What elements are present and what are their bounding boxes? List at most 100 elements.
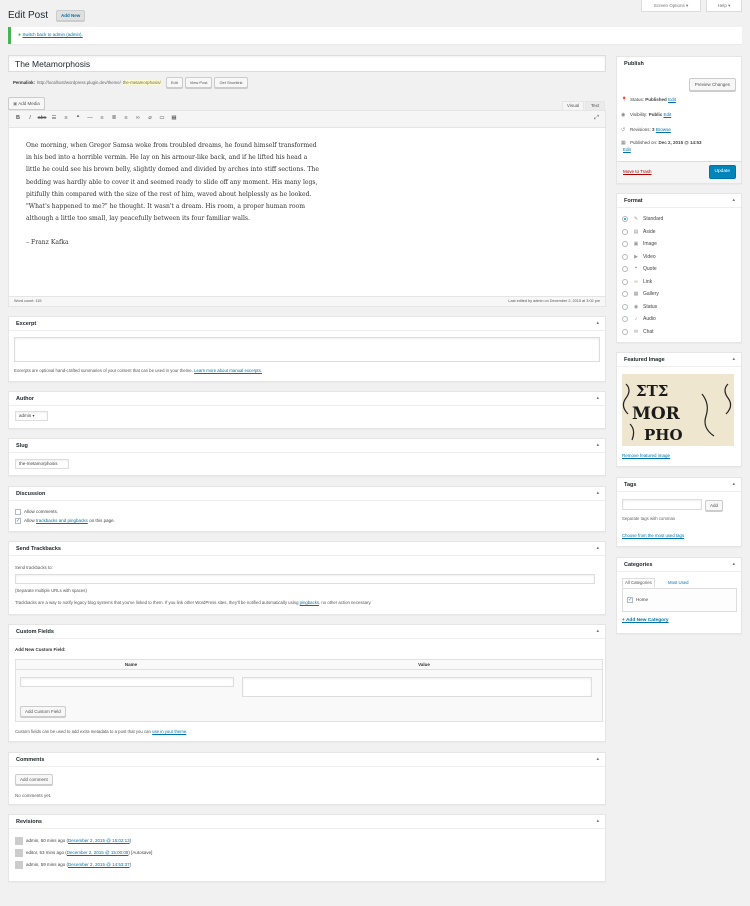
format-option-quote[interactable]: ❝Quote <box>622 263 663 276</box>
add-comment-button[interactable]: Add comment <box>15 774 53 785</box>
collapse-icon[interactable]: ▴ <box>596 395 599 402</box>
remove-featured-image-link[interactable]: Remove featured image <box>622 453 670 459</box>
add-new-button[interactable]: Add New <box>56 10 85 21</box>
format-radio[interactable] <box>622 316 628 322</box>
fullscreen-icon[interactable]: ⤢ <box>594 115 599 123</box>
publish-title[interactable]: Publish <box>617 57 741 71</box>
collapse-icon[interactable]: ▴ <box>596 818 599 825</box>
use-in-theme-link[interactable]: use in your theme <box>152 729 186 734</box>
format-radio[interactable] <box>622 241 628 247</box>
revisions-browse-link[interactable]: Browse <box>656 127 671 133</box>
format-option-link[interactable]: ∞Link <box>622 276 663 289</box>
add-custom-field-button[interactable]: Add Custom Field <box>20 706 66 717</box>
permalink-slug[interactable]: the-metamorphosis/ <box>123 80 161 86</box>
excerpt-textarea[interactable] <box>14 337 600 362</box>
format-option-aside[interactable]: ▤Aside <box>622 226 663 239</box>
add-tag-button[interactable]: Add <box>705 500 723 511</box>
switch-back-link[interactable]: Switch back to admin (admin). <box>22 32 82 37</box>
permalink-base[interactable]: http://localhost/wordpress.plugin.dev/th… <box>37 80 121 86</box>
trackbacks-pingbacks-link[interactable]: trackbacks and pingbacks <box>36 518 88 523</box>
custom-field-value-textarea[interactable] <box>242 677 592 697</box>
featured-image-title[interactable]: Featured Image <box>617 353 741 367</box>
tags-title[interactable]: Tags <box>617 478 741 492</box>
collapse-icon[interactable]: ▴ <box>596 628 599 635</box>
format-radio[interactable] <box>622 279 628 285</box>
editor-content[interactable]: One morning, when Gregor Samsa woke from… <box>9 128 339 262</box>
collapse-icon[interactable]: ▴ <box>596 545 599 552</box>
custom-field-name-input[interactable] <box>20 677 234 687</box>
status-edit-link[interactable]: Edit <box>668 97 676 103</box>
view-post-button[interactable]: View Post <box>185 77 213 88</box>
allow-pings-checkbox[interactable]: ✓ <box>15 518 21 524</box>
tab-text[interactable]: Text <box>585 101 605 110</box>
horizontal-line-icon[interactable]: — <box>84 115 96 122</box>
numbered-list-icon[interactable]: ≡ <box>60 115 72 122</box>
trackbacks-title[interactable]: Send Trackbacks <box>9 542 605 556</box>
collapse-icon[interactable]: ▴ <box>596 442 599 449</box>
revision-link[interactable]: December 2, 2015 @ 15:00:08 <box>67 850 129 856</box>
strikethrough-icon[interactable]: abc <box>36 115 48 122</box>
category-item[interactable]: ✓Home <box>627 597 648 603</box>
collapse-icon[interactable]: ▴ <box>732 197 735 204</box>
format-radio[interactable] <box>622 266 628 272</box>
format-radio[interactable] <box>622 254 628 260</box>
revisions-title[interactable]: Revisions <box>9 815 605 829</box>
collapse-icon[interactable]: ▴ <box>596 756 599 763</box>
format-radio[interactable] <box>622 329 628 335</box>
format-option-audio[interactable]: ♪Audio <box>622 313 663 326</box>
tab-most-used[interactable]: Most Used <box>668 580 689 586</box>
read-more-icon[interactable]: ▭ <box>156 115 168 122</box>
slug-input[interactable]: the-metamorphosis <box>15 459 69 469</box>
featured-image-thumbnail[interactable]: ΣTΣ MOR PHO <box>622 374 734 446</box>
excerpt-title[interactable]: Excerpt <box>9 317 605 331</box>
blockquote-icon[interactable]: ❝ <box>72 115 84 122</box>
revision-link[interactable]: December 2, 2015 @ 14:53:37 <box>68 862 130 868</box>
format-option-status[interactable]: ◉Status <box>622 301 663 314</box>
author-title[interactable]: Author <box>9 392 605 406</box>
collapse-icon[interactable]: ▴ <box>732 481 735 488</box>
format-option-video[interactable]: ▶Video <box>622 251 663 264</box>
format-radio[interactable] <box>622 304 628 310</box>
author-select[interactable]: admin ▾ <box>15 411 48 421</box>
preview-changes-button[interactable]: Preview Changes <box>689 78 736 91</box>
format-title[interactable]: Format <box>617 194 741 208</box>
align-center-icon[interactable]: ≣ <box>108 115 120 122</box>
collapse-icon[interactable]: ▴ <box>596 490 599 497</box>
bold-icon[interactable]: B <box>12 115 24 122</box>
align-right-icon[interactable]: ≡ <box>120 115 132 122</box>
comments-title[interactable]: Comments <box>9 753 605 767</box>
trackbacks-input[interactable] <box>15 574 595 584</box>
get-shortlink-button[interactable]: Get Shortlink <box>214 77 247 88</box>
format-option-image[interactable]: ▣Image <box>622 238 663 251</box>
collapse-icon[interactable]: ▴ <box>596 320 599 327</box>
excerpt-learn-more-link[interactable]: Learn more about manual excerpts. <box>194 368 262 373</box>
category-checkbox[interactable]: ✓ <box>627 597 633 603</box>
tab-visual[interactable]: Visual <box>562 101 584 110</box>
slug-title[interactable]: Slug <box>9 439 605 453</box>
tab-all-categories[interactable]: All Categories <box>622 578 655 588</box>
visibility-edit-link[interactable]: Edit <box>663 112 671 118</box>
allow-pings-row[interactable]: ✓Allow trackbacks and pingbacks on this … <box>15 518 115 524</box>
post-title-input[interactable]: The Metamorphosis <box>8 55 606 72</box>
published-edit-link[interactable]: Edit <box>623 147 739 153</box>
add-new-category-link[interactable]: + Add New Category <box>622 618 669 624</box>
collapse-icon[interactable]: ▴ <box>732 561 735 568</box>
move-to-trash-link[interactable]: Move to Trash <box>623 169 652 175</box>
toolbar-toggle-icon[interactable]: ▦ <box>168 115 180 122</box>
collapse-icon[interactable]: ▴ <box>732 356 735 363</box>
tags-input[interactable] <box>622 499 702 510</box>
format-radio[interactable] <box>622 216 628 222</box>
allow-comments-checkbox[interactable] <box>15 509 21 515</box>
bullet-list-icon[interactable]: ☰ <box>48 115 60 122</box>
italic-icon[interactable]: I <box>24 115 36 122</box>
add-media-button[interactable]: ▣ Add Media <box>8 97 45 110</box>
revision-link[interactable]: December 2, 2015 @ 15:02:13 <box>68 838 130 844</box>
format-radio[interactable] <box>622 291 628 297</box>
insert-link-icon[interactable]: ∞ <box>132 115 144 122</box>
screen-options-tab[interactable]: Screen Options ▾ <box>641 0 701 12</box>
categories-title[interactable]: Categories <box>617 558 741 572</box>
unlink-icon[interactable]: ⌀ <box>144 115 156 122</box>
discussion-title[interactable]: Discussion <box>9 487 605 501</box>
update-button[interactable]: Update <box>709 165 736 179</box>
permalink-edit-button[interactable]: Edit <box>166 77 183 88</box>
